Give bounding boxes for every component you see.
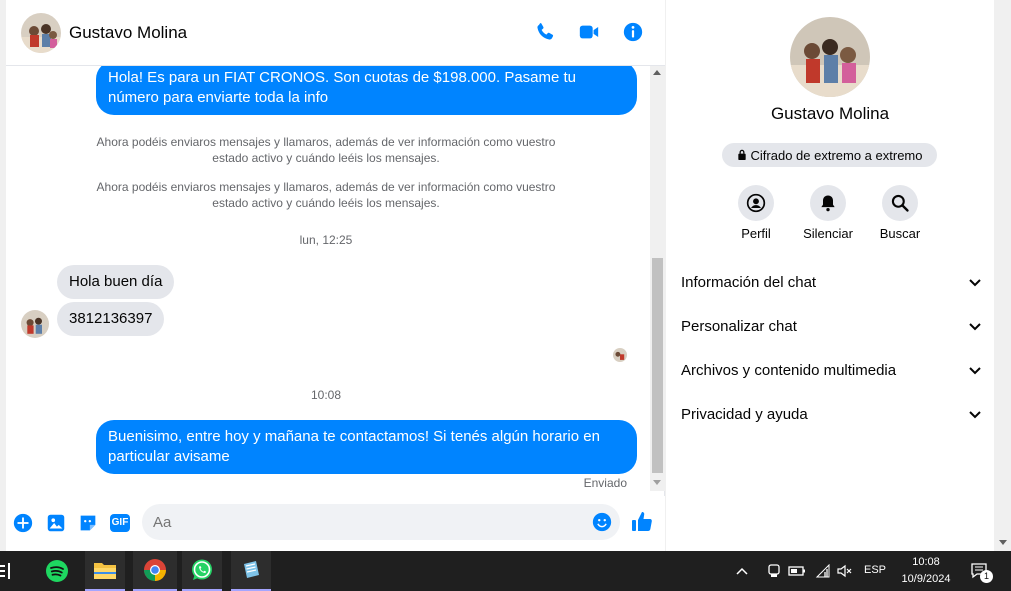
scroll-up-arrow[interactable] bbox=[653, 70, 661, 75]
battery-icon[interactable] bbox=[785, 551, 809, 591]
windows-taskbar: ESP 10:08 10/9/2024 1 bbox=[0, 551, 1011, 591]
emoji-icon[interactable] bbox=[591, 511, 613, 533]
chevron-down-icon bbox=[969, 318, 981, 335]
chat-header: Gustavo Molina bbox=[6, 0, 665, 66]
profile-label: Perfil bbox=[741, 226, 771, 241]
message-list: Hola! Es para un FIAT CRONOS. Son cuotas… bbox=[6, 66, 650, 496]
page-scrollbar[interactable] bbox=[994, 0, 1011, 551]
phone-icon[interactable] bbox=[533, 20, 557, 44]
section-label: Archivos y contenido multimedia bbox=[681, 361, 897, 379]
messages-scrollbar[interactable] bbox=[650, 66, 665, 491]
video-camera-icon[interactable] bbox=[577, 20, 601, 44]
system-notice: Ahora podéis enviaros mensajes y llamaro… bbox=[96, 135, 556, 165]
info-icon[interactable] bbox=[621, 20, 645, 44]
outgoing-message[interactable]: Hola! Es para un FIAT CRONOS. Son cuotas… bbox=[96, 66, 637, 115]
chrome-icon[interactable] bbox=[133, 551, 177, 591]
outgoing-message[interactable]: Buenisimo, entre hoy y mañana te contact… bbox=[96, 420, 637, 474]
search-label: Buscar bbox=[879, 226, 921, 241]
chevron-down-icon bbox=[969, 406, 981, 423]
language-indicator[interactable]: ESP bbox=[860, 564, 890, 576]
clock-date[interactable]: 10/9/2024 bbox=[896, 573, 956, 585]
section-label: Privacidad y ayuda bbox=[681, 405, 808, 423]
chat-panel: Gustavo Molina Hola! Es para un FIAT CRO… bbox=[6, 0, 665, 551]
section-customize-chat[interactable]: Personalizar chat bbox=[681, 311, 981, 341]
notification-center-icon[interactable]: 1 bbox=[962, 551, 998, 591]
timestamp: 10:08 bbox=[310, 388, 342, 402]
composer: GIF bbox=[6, 496, 665, 551]
message-input-box[interactable] bbox=[142, 504, 620, 540]
section-label: Información del chat bbox=[681, 273, 817, 291]
timestamp: lun, 12:25 bbox=[299, 233, 353, 247]
contact-name: Gustavo Molina bbox=[69, 23, 188, 42]
mute-label: Silenciar bbox=[803, 226, 853, 241]
whatsapp-icon[interactable] bbox=[182, 551, 222, 591]
notification-badge: 1 bbox=[980, 570, 993, 583]
section-media-files[interactable]: Archivos y contenido multimedia bbox=[681, 355, 981, 385]
gif-icon[interactable]: GIF bbox=[108, 512, 132, 534]
encryption-label: Cifrado de extremo a extremo bbox=[750, 147, 923, 163]
chevron-down-icon bbox=[969, 274, 981, 291]
incoming-message[interactable]: Hola buen día bbox=[57, 265, 175, 299]
spotify-icon[interactable] bbox=[37, 551, 77, 591]
clock-time[interactable]: 10:08 bbox=[896, 556, 956, 568]
message-input[interactable] bbox=[153, 514, 573, 531]
profile-icon[interactable] bbox=[738, 185, 774, 221]
read-receipt-avatar bbox=[613, 348, 627, 362]
bell-icon[interactable] bbox=[810, 185, 846, 221]
notepad-icon[interactable] bbox=[231, 551, 271, 591]
volume-muted-icon[interactable] bbox=[833, 551, 857, 591]
section-chat-info[interactable]: Información del chat bbox=[681, 267, 981, 297]
encryption-badge[interactable]: Cifrado de extremo a extremo bbox=[722, 143, 937, 167]
chevron-down-icon bbox=[969, 362, 981, 379]
contact-avatar[interactable] bbox=[21, 13, 61, 53]
task-view-icon[interactable] bbox=[0, 551, 26, 591]
contact-avatar-large[interactable] bbox=[790, 17, 870, 97]
profile-action[interactable]: Perfil bbox=[721, 185, 791, 241]
contact-avatar-small[interactable] bbox=[21, 310, 49, 338]
file-explorer-icon[interactable] bbox=[85, 551, 125, 591]
scroll-thumb[interactable] bbox=[652, 258, 663, 473]
tray-app-icon[interactable] bbox=[762, 551, 786, 591]
mute-action[interactable]: Silenciar bbox=[793, 185, 863, 241]
search-icon[interactable] bbox=[882, 185, 918, 221]
system-notice: Ahora podéis enviaros mensajes y llamaro… bbox=[96, 180, 556, 210]
scroll-down-arrow[interactable] bbox=[999, 540, 1007, 545]
chevron-up-icon[interactable] bbox=[730, 551, 754, 591]
message-status: Enviado bbox=[583, 476, 627, 490]
scroll-down-arrow[interactable] bbox=[653, 480, 661, 485]
info-contact-name[interactable]: Gustavo Molina bbox=[666, 104, 994, 124]
incoming-message[interactable]: 3812136397 bbox=[57, 302, 165, 336]
plus-icon[interactable] bbox=[12, 512, 34, 534]
section-label: Personalizar chat bbox=[681, 317, 797, 335]
photo-icon[interactable] bbox=[45, 512, 67, 534]
section-privacy-help[interactable]: Privacidad y ayuda bbox=[681, 399, 981, 429]
like-thumb-icon[interactable] bbox=[630, 510, 654, 534]
wifi-icon[interactable] bbox=[811, 551, 835, 591]
lock-icon bbox=[737, 148, 747, 163]
conversation-info-panel: Gustavo Molina Cifrado de extremo a extr… bbox=[666, 0, 994, 551]
search-action[interactable]: Buscar bbox=[865, 185, 935, 241]
sticker-icon[interactable] bbox=[77, 512, 99, 534]
